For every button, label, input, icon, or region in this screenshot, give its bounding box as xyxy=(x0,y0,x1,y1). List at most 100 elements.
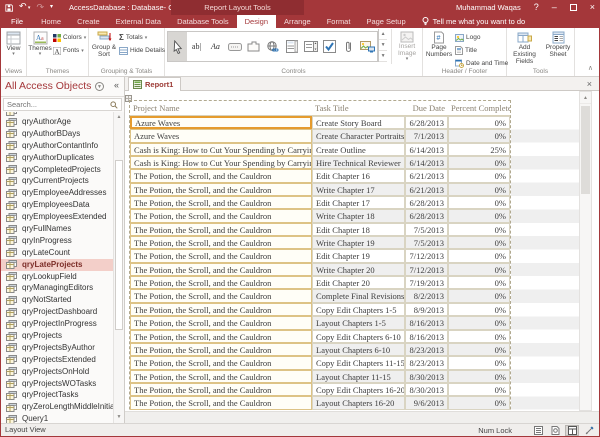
tab-format[interactable]: Format xyxy=(319,15,359,28)
report-cell-project[interactable]: The Potion, the Scroll, and the Cauldron xyxy=(130,316,312,329)
report-cell-date[interactable]: 8/30/2013 xyxy=(405,370,448,383)
report-cell-pct[interactable]: 0% xyxy=(448,236,510,249)
nav-item-qryAuthorAge[interactable]: qryAuthorAge xyxy=(1,116,113,128)
totals-button[interactable]: Σ Totals▾ xyxy=(119,32,163,43)
report-cell-task[interactable]: Copy Edit Chapters 1-5 xyxy=(312,303,405,316)
tab-design[interactable]: Design xyxy=(237,15,276,28)
gallery-down-icon[interactable]: ▼ xyxy=(379,40,387,51)
print-preview-icon[interactable] xyxy=(548,425,562,436)
attachment-icon[interactable] xyxy=(339,32,358,61)
report-cell-project[interactable]: The Potion, the Scroll, and the Cauldron xyxy=(130,236,312,249)
horizontal-scrollbar-band[interactable] xyxy=(125,411,599,423)
report-cell-pct[interactable]: 0% xyxy=(448,276,510,289)
nav-scrollbar[interactable]: ▲ ▼ xyxy=(113,112,124,423)
nav-scroll-up-icon[interactable]: ▲ xyxy=(114,112,124,123)
tab-control-icon[interactable] xyxy=(244,32,263,61)
report-scroll-up-icon[interactable]: ▲ xyxy=(580,92,591,104)
tab-file[interactable]: File xyxy=(1,15,33,28)
nav-pane-title[interactable]: All Access Objects xyxy=(5,80,91,92)
nav-pane-menu-icon[interactable]: ▼ xyxy=(95,82,104,91)
report-cell-date[interactable]: 8/9/2013 xyxy=(405,303,448,316)
report-cell-project[interactable]: The Potion, the Scroll, and the Cauldron xyxy=(130,169,312,182)
report-cell-date[interactable]: 7/19/2013 xyxy=(405,276,448,289)
report-cell-project[interactable]: The Potion, the Scroll, and the Cauldron xyxy=(130,330,312,343)
nav-item-qryProjectsExtended[interactable]: qryProjectsExtended xyxy=(1,354,113,366)
nav-item-qryProjects[interactable]: qryProjects xyxy=(1,330,113,342)
report-cell-date[interactable]: 8/16/2013 xyxy=(405,316,448,329)
report-cell-pct[interactable]: 0% xyxy=(448,356,510,369)
report-cell-task[interactable]: Layout Chapters 16-20 xyxy=(312,396,405,409)
report-cell-pct[interactable]: 0% xyxy=(448,396,510,409)
report-cell-date[interactable]: 6/28/2013 xyxy=(405,209,448,222)
help-button[interactable]: ? xyxy=(534,3,539,12)
group-sort-button[interactable]: Group & Sort xyxy=(89,29,119,66)
report-cell-task[interactable]: Layout Chapters 6-10 xyxy=(312,343,405,356)
document-close-icon[interactable]: × xyxy=(587,78,592,90)
column-header-pct[interactable]: Percent Complete xyxy=(448,101,510,116)
column-header-date[interactable]: Due Date xyxy=(405,101,448,116)
nav-item-qryProjectInProgress[interactable]: qryProjectInProgress xyxy=(1,318,113,330)
tab-external-data[interactable]: External Data xyxy=(108,15,169,28)
report-cell-project[interactable]: The Potion, the Scroll, and the Cauldron xyxy=(130,209,312,222)
report-cell-project[interactable]: Azure Waves xyxy=(130,116,312,129)
minimize-button[interactable]: – xyxy=(552,3,557,12)
list-box-icon[interactable] xyxy=(282,32,301,61)
report-view-icon[interactable] xyxy=(531,425,545,436)
report-cell-pct[interactable]: 0% xyxy=(448,209,510,222)
nav-item-qryEmployeesExtended[interactable]: qryEmployeesExtended xyxy=(1,211,113,223)
report-cell-date[interactable]: 8/23/2013 xyxy=(405,356,448,369)
nav-item-qryEmployeeAddresses[interactable]: qryEmployeeAddresses xyxy=(1,187,113,199)
report-cell-date[interactable]: 7/5/2013 xyxy=(405,223,448,236)
collapse-ribbon-icon[interactable]: ∧ xyxy=(588,64,593,72)
image-control-icon[interactable] xyxy=(358,32,377,61)
report-cell-date[interactable]: 6/28/2013 xyxy=(405,196,448,209)
nav-item-qryAuthorContantInfo[interactable]: qryAuthorContantInfo xyxy=(1,140,113,152)
page-numbers-button[interactable]: # Page Numbers xyxy=(423,29,455,66)
nav-item-qryLateCount[interactable]: qryLateCount xyxy=(1,247,113,259)
report-cell-project[interactable]: The Potion, the Scroll, and the Cauldron xyxy=(130,276,312,289)
report-cell-date[interactable]: 8/2/2013 xyxy=(405,289,448,302)
report-cell-pct[interactable]: 0% xyxy=(448,316,510,329)
report-cell-project[interactable]: The Potion, the Scroll, and the Cauldron xyxy=(130,249,312,262)
report-cell-pct[interactable]: 0% xyxy=(448,330,510,343)
report-cell-date[interactable]: 6/21/2013 xyxy=(405,183,448,196)
button-icon[interactable] xyxy=(225,32,244,61)
report-cell-task[interactable]: Copy Edit Chapters 6-10 xyxy=(312,330,405,343)
report-cell-task[interactable]: Write Chapter 19 xyxy=(312,236,405,249)
nav-scroll-down-icon[interactable]: ▼ xyxy=(114,412,124,423)
nav-item-qryInProgress[interactable]: qryInProgress xyxy=(1,235,113,247)
nav-item-qryProjectsByAuthor[interactable]: qryProjectsByAuthor xyxy=(1,342,113,354)
customize-qat-icon[interactable]: ▾ xyxy=(50,3,53,12)
column-header-task[interactable]: Task Title xyxy=(312,101,405,116)
report-cell-task[interactable]: Layout Chapters 1-5 xyxy=(312,316,405,329)
report-cell-project[interactable]: Cash is King: How to Cut Your Spending b… xyxy=(130,143,312,156)
report-cell-date[interactable]: 8/30/2013 xyxy=(405,383,448,396)
report-cell-project[interactable]: Azure Waves xyxy=(130,129,312,142)
report-cell-pct[interactable]: 0% xyxy=(448,116,510,129)
combo-box-icon[interactable] xyxy=(301,32,320,61)
nav-item-qryLookupField[interactable]: qryLookupField xyxy=(1,271,113,283)
report-cell-date[interactable]: 6/14/2013 xyxy=(405,156,448,169)
report-cell-date[interactable]: 6/21/2013 xyxy=(405,169,448,182)
report-cell-task[interactable]: Write Chapter 18 xyxy=(312,209,405,222)
report-cell-pct[interactable]: 0% xyxy=(448,156,510,169)
report-cell-pct[interactable]: 0% xyxy=(448,249,510,262)
report-cell-task[interactable]: Hire Technical Reviewer xyxy=(312,156,405,169)
report-cell-project[interactable]: The Potion, the Scroll, and the Cauldron xyxy=(130,183,312,196)
report-cell-task[interactable]: Complete Final Revisions xyxy=(312,289,405,302)
report-cell-project[interactable]: The Potion, the Scroll, and the Cauldron xyxy=(130,343,312,356)
report-cell-task[interactable]: Create Character Portraits xyxy=(312,129,405,142)
report-cell-project[interactable]: The Potion, the Scroll, and the Cauldron xyxy=(130,196,312,209)
nav-pane-collapse-icon[interactable]: « xyxy=(114,80,119,90)
report-cell-pct[interactable]: 25% xyxy=(448,143,510,156)
nav-scroll-thumb[interactable] xyxy=(115,160,123,330)
report-cell-pct[interactable]: 0% xyxy=(448,129,510,142)
report-cell-project[interactable]: The Potion, the Scroll, and the Cauldron xyxy=(130,303,312,316)
layout-view-icon[interactable] xyxy=(565,425,579,436)
hide-details-button[interactable]: Hide Details xyxy=(119,45,163,56)
nav-item-qryProjectTasks[interactable]: qryProjectTasks xyxy=(1,389,113,401)
tab-home[interactable]: Home xyxy=(33,15,69,28)
report-cell-task[interactable]: Edit Chapter 16 xyxy=(312,169,405,182)
report-cell-date[interactable]: 7/12/2013 xyxy=(405,249,448,262)
nav-item-qryCompletedProjects[interactable]: qryCompletedProjects xyxy=(1,164,113,176)
